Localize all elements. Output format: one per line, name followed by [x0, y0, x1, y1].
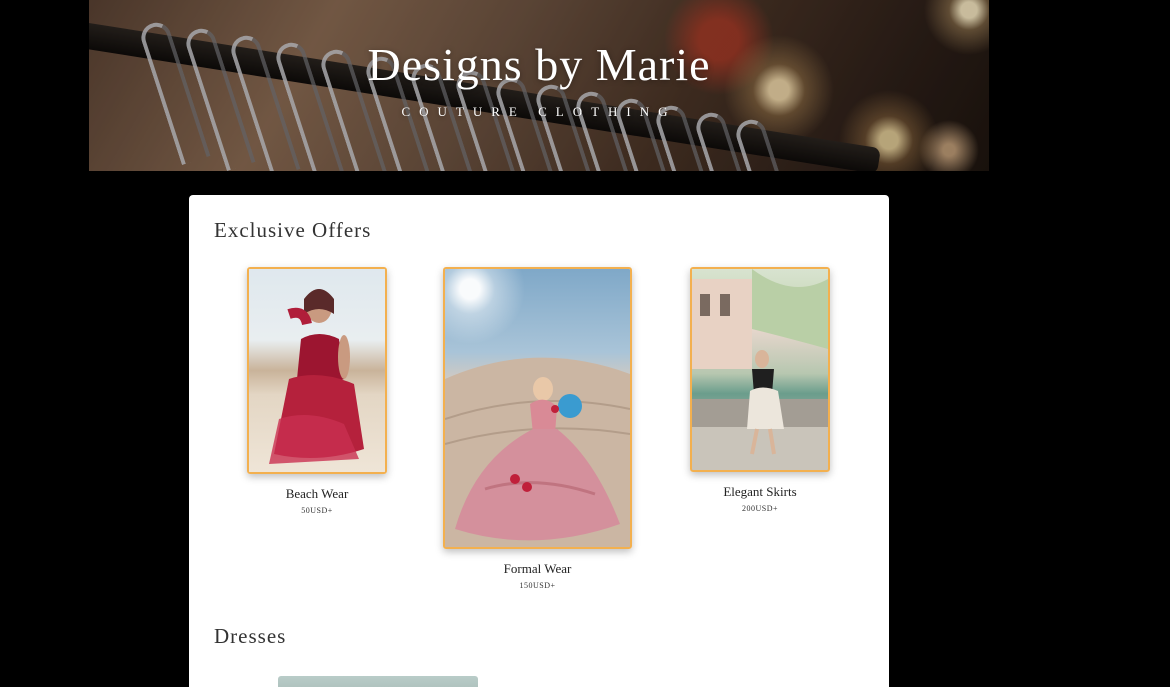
product-name-beach-wear[interactable]: Beach Wear [247, 486, 387, 502]
formal-wear-figure [445, 357, 630, 547]
site-title: Designs by Marie [367, 39, 711, 90]
product-name-elegant-skirts[interactable]: Elegant Skirts [690, 484, 830, 500]
page: Designs by Marie COUTURE CLOTHING Exclus… [0, 0, 1170, 687]
product-name-formal-wear[interactable]: Formal Wear [443, 561, 632, 577]
elegant-skirts-figure [692, 269, 828, 470]
beach-wear-figure [269, 289, 364, 464]
dress-product-image[interactable] [278, 676, 478, 687]
section-heading-exclusive-offers: Exclusive Offers [214, 218, 372, 242]
product-card-formal-wear[interactable]: Formal Wear 150USD+ [443, 267, 632, 590]
product-card-elegant-skirts[interactable]: Elegant Skirts 200USD+ [690, 267, 830, 513]
site-subtitle: COUTURE CLOTHING [401, 104, 677, 119]
content-card: Exclusive Offers Beach Wear 50USD+ Forma… [189, 195, 889, 687]
product-card-beach-wear[interactable]: Beach Wear 50USD+ [247, 267, 387, 515]
product-image-beach-wear[interactable] [247, 267, 387, 474]
product-price-formal-wear: 150USD+ [519, 581, 556, 590]
product-image-elegant-skirts[interactable] [690, 267, 830, 472]
product-price-beach-wear: 50USD+ [301, 506, 333, 515]
product-price-elegant-skirts: 200USD+ [741, 504, 778, 513]
elegant-skirts-photo [692, 269, 828, 470]
product-image-formal-wear[interactable] [443, 267, 632, 549]
section-heading-dresses: Dresses [214, 624, 287, 648]
beach-wear-photo [249, 269, 385, 472]
hero-banner: Designs by Marie COUTURE CLOTHING [89, 0, 989, 171]
formal-wear-photo [445, 269, 630, 547]
